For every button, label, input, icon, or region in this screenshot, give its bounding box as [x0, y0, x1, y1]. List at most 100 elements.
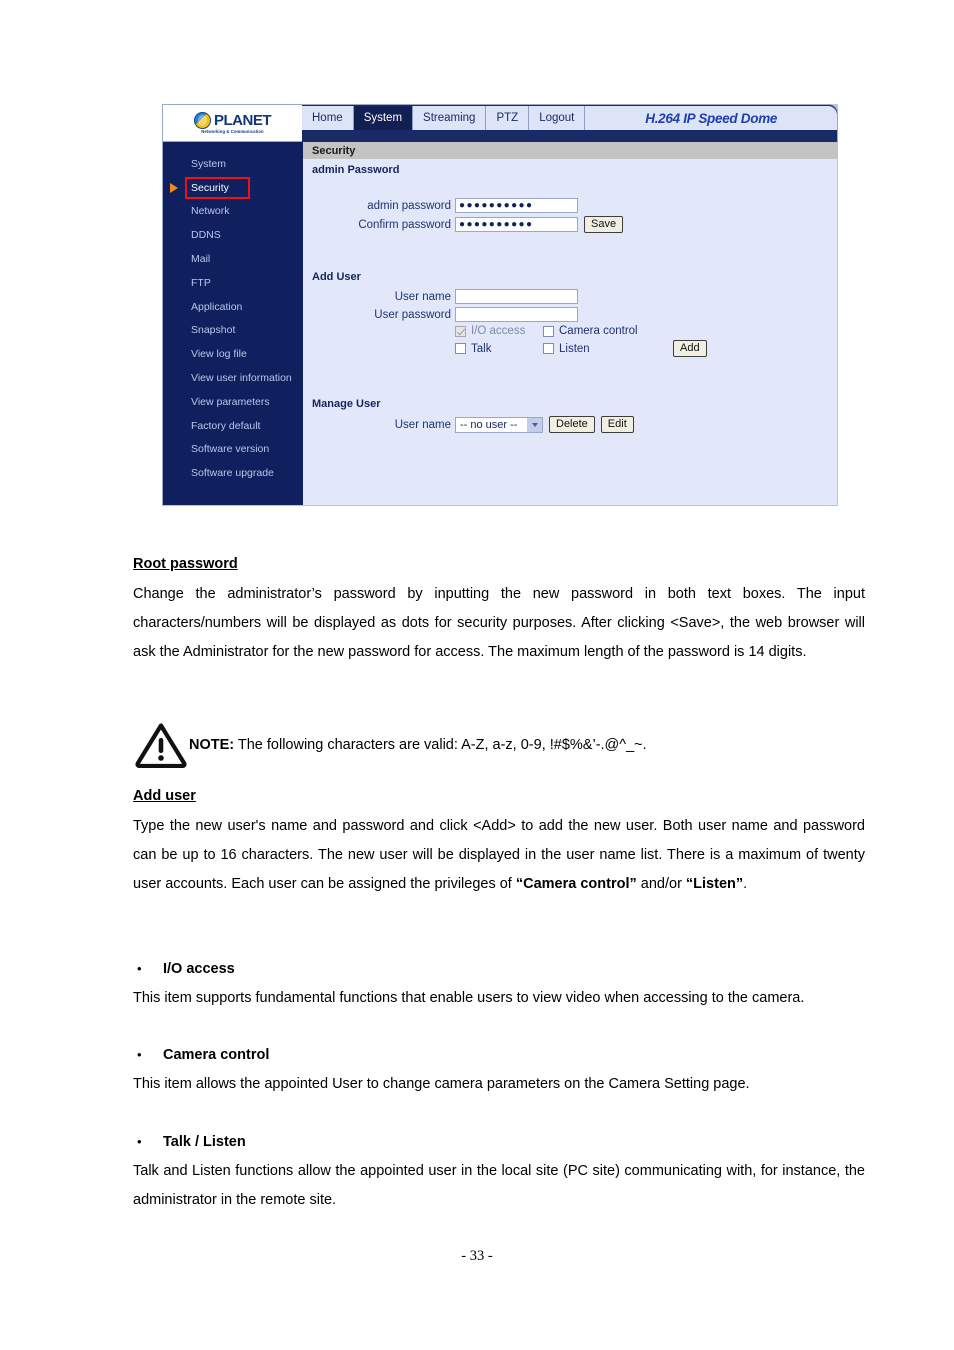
bullet-io-access: • I/O access This item supports fundament… [133, 961, 865, 1013]
user-name-label: User name [394, 290, 451, 303]
user-select-value: -- no user -- [460, 418, 518, 431]
sidebar-item-view-parameters[interactable]: View parameters [163, 390, 303, 414]
sidebar-item-label: FTP [191, 276, 211, 289]
add-user-bold-2: “Listen” [685, 876, 744, 892]
checkbox-icon [543, 325, 554, 337]
confirm-password-row: Confirm password ●●●●●●●●●● Save [303, 216, 837, 233]
tab-home[interactable]: Home [302, 106, 354, 130]
user-name-row: User name [303, 289, 837, 304]
confirm-password-label: Confirm password [358, 218, 451, 231]
talk-checkbox[interactable]: Talk [455, 343, 543, 355]
sidebar-item-label: Software upgrade [191, 467, 274, 480]
sidebar-item-label: DDNS [191, 229, 221, 242]
panel-title: Security [303, 142, 837, 159]
sidebar-item-label: View user information [191, 372, 292, 385]
bullet-label: Talk / Listen [163, 1134, 246, 1150]
bullet-label: Camera control [163, 1047, 270, 1063]
tab-ptz[interactable]: PTZ [486, 106, 530, 130]
sidebar-item-ddns[interactable]: DDNS [163, 223, 303, 247]
logo-wordmark: PLANET [214, 111, 272, 129]
camera-web-ui-screenshot: PLANET Networking & Communication Home S… [162, 104, 838, 506]
sidebar-item-ftp[interactable]: FTP [163, 271, 303, 295]
root-password-heading: Root password [133, 556, 238, 572]
bullet-io-access-body: This item supports fundamental functions… [133, 990, 805, 1006]
checkbox-icon [543, 343, 554, 354]
note-body: The following characters are valid: A-Z,… [234, 737, 647, 753]
sidebar-item-security[interactable]: Security [163, 176, 303, 200]
top-nav: Home System Streaming PTZ Logout H.264 I… [302, 104, 838, 142]
edit-button[interactable]: Edit [600, 416, 634, 433]
warning-triangle-icon [133, 722, 189, 768]
sidebar-item-network[interactable]: Network [163, 200, 303, 224]
io-access-label: I/O access [471, 325, 526, 337]
sidebar-item-system[interactable]: System [163, 152, 303, 176]
bullet-camera-control-body: This item allows the appointed User to c… [133, 1076, 750, 1092]
user-password-row: User password [303, 307, 837, 322]
bullet-camera-control-heading: • Camera control [133, 1047, 865, 1063]
admin-password-input[interactable]: ●●●●●●●●●● [455, 198, 578, 213]
manage-user-name-label: User name [394, 418, 451, 431]
pointer-arrow-icon [170, 182, 178, 193]
note-callout: NOTE: The following characters are valid… [133, 722, 865, 768]
logo-tagline: Networking & Communication [201, 128, 264, 134]
add-user-body-1: Type the new user's name and password an… [133, 818, 865, 892]
manage-user-heading: Manage User [312, 398, 381, 410]
user-name-input[interactable] [455, 289, 578, 304]
chevron-down-icon [527, 417, 542, 432]
sidebar-item-label: Security [191, 181, 229, 194]
planet-logo: PLANET Networking & Communication [162, 104, 302, 142]
sidebar-item-mail[interactable]: Mail [163, 247, 303, 271]
add-user-body-2: and/or [636, 876, 686, 892]
page-number: - 33 - [461, 1248, 493, 1264]
user-password-input[interactable] [455, 307, 578, 322]
listen-checkbox[interactable]: Listen [543, 343, 673, 355]
sidebar-item-label: View parameters [191, 395, 270, 408]
root-password-section: Root password Change the administrator’s… [133, 556, 865, 667]
sidebar: System Security Network DDNS Mail FTP Ap… [163, 142, 303, 505]
sidebar-item-label: Snapshot [191, 324, 236, 337]
sidebar-item-label: Factory default [191, 419, 261, 432]
sidebar-item-software-version[interactable]: Software version [163, 438, 303, 462]
privileges-row-1: I/O access Camera control [303, 325, 837, 337]
bullet-marker: • [137, 1134, 142, 1149]
io-access-checkbox[interactable]: I/O access [455, 325, 543, 337]
confirm-password-input[interactable]: ●●●●●●●●●● [455, 217, 578, 232]
listen-label: Listen [559, 342, 590, 355]
root-password-body: Change the administrator’s password by i… [133, 586, 865, 660]
delete-button[interactable]: Delete [549, 416, 595, 433]
camera-control-checkbox[interactable]: Camera control [543, 325, 673, 337]
checkbox-icon [455, 325, 466, 337]
add-user-body-3: . [743, 876, 748, 892]
checkbox-icon [455, 343, 466, 354]
save-button[interactable]: Save [584, 216, 624, 233]
add-user-heading: Add user [133, 788, 196, 804]
add-button[interactable]: Add [673, 340, 707, 357]
user-password-label: User password [374, 308, 451, 321]
sidebar-item-label: Software version [191, 443, 270, 456]
sidebar-item-application[interactable]: Application [163, 295, 303, 319]
bullet-io-access-heading: • I/O access [133, 961, 865, 977]
sidebar-item-view-log-file[interactable]: View log file [163, 342, 303, 366]
bullet-talk-listen-heading: • Talk / Listen [133, 1134, 865, 1150]
admin-password-label: admin password [367, 199, 451, 212]
globe-icon [194, 111, 211, 129]
sidebar-item-label: Mail [191, 253, 211, 266]
bullet-camera-control: • Camera control This item allows the app… [133, 1047, 865, 1099]
tab-system[interactable]: System [353, 106, 414, 130]
camera-control-label: Camera control [559, 325, 638, 337]
sidebar-item-snapshot[interactable]: Snapshot [163, 319, 303, 343]
manage-user-row: User name -- no user -- Delete Edit [303, 416, 837, 433]
add-user-bold-1: “Camera control” [515, 876, 637, 892]
sidebar-item-software-upgrade[interactable]: Software upgrade [163, 461, 303, 485]
tab-logout[interactable]: Logout [529, 106, 586, 130]
bullet-label: I/O access [163, 961, 235, 977]
user-select[interactable]: -- no user -- [455, 416, 543, 433]
sidebar-item-view-user-information[interactable]: View user information [163, 366, 303, 390]
note-text: NOTE: The following characters are valid… [189, 737, 647, 753]
privileges-row-2: Talk Listen Add [303, 340, 837, 357]
bullet-talk-listen-body: Talk and Listen functions allow the appo… [133, 1163, 865, 1208]
sidebar-item-factory-default[interactable]: Factory default [163, 414, 303, 438]
tab-streaming[interactable]: Streaming [413, 106, 487, 130]
talk-label: Talk [471, 342, 492, 355]
bullet-marker: • [137, 1047, 142, 1062]
